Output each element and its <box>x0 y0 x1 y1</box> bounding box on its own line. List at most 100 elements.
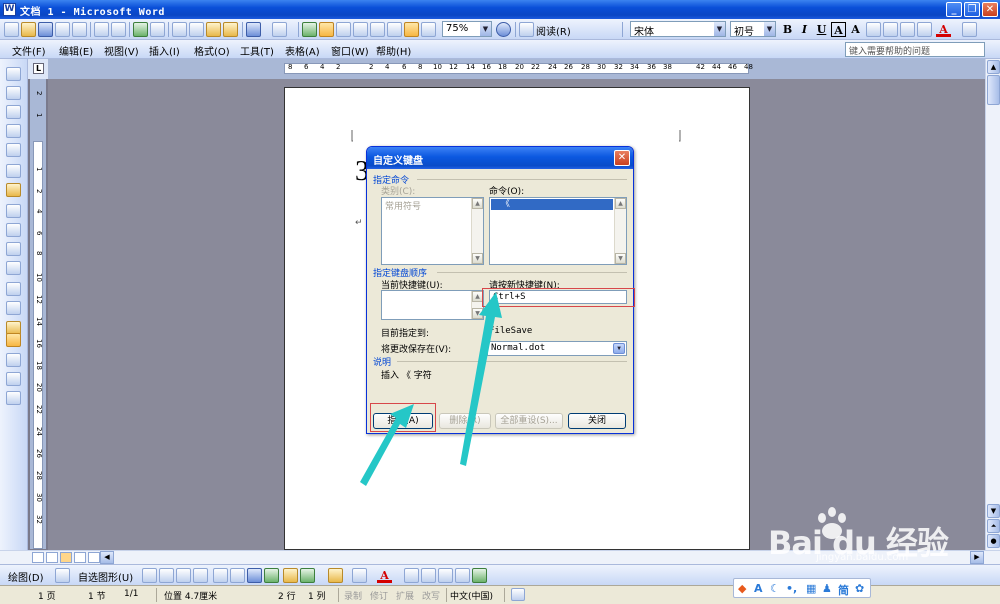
bullets-icon[interactable] <box>900 22 915 37</box>
draw-menu-button[interactable]: 绘图(D) <box>8 569 44 584</box>
read-mode-icon[interactable] <box>519 22 534 37</box>
email-icon[interactable] <box>72 22 87 37</box>
print-preview-icon[interactable] <box>111 22 126 37</box>
show-gridlines-icon[interactable] <box>6 333 21 347</box>
arrow-style-icon[interactable] <box>438 568 453 583</box>
insert-table-icon[interactable] <box>336 22 351 37</box>
zoom-combo[interactable]: 75% ▼ <box>442 21 492 37</box>
autosum-icon[interactable] <box>6 391 21 405</box>
tables-borders-icon[interactable] <box>319 22 334 37</box>
outline-view-icon[interactable] <box>74 552 86 563</box>
save-in-select[interactable]: Normal.dot ▼ <box>487 341 627 356</box>
numbering-icon[interactable] <box>883 22 898 37</box>
insert-table-icon[interactable] <box>6 204 21 218</box>
insert-excel-icon[interactable] <box>353 22 368 37</box>
prev-page-icon[interactable]: ⏶ <box>987 519 1000 533</box>
bold-button[interactable]: B <box>780 22 795 37</box>
horizontal-ruler[interactable]: 8 6 4 2 2 4 6 8 10 12 14 16 18 20 22 24 … <box>48 59 1000 79</box>
redo-icon[interactable] <box>272 22 287 37</box>
remove-button[interactable]: 删除(R) <box>439 413 491 429</box>
document-map-icon[interactable] <box>404 22 419 37</box>
font-color-button[interactable]: A <box>936 22 951 37</box>
columns-icon[interactable] <box>370 22 385 37</box>
underline-button[interactable]: U <box>814 22 829 37</box>
close-window-button[interactable]: ✕ <box>982 2 998 17</box>
status-ext[interactable]: 扩展 <box>396 589 414 602</box>
distribute-rows-icon[interactable] <box>6 282 21 296</box>
split-cells-icon[interactable] <box>6 242 21 256</box>
spelling-status-icon[interactable] <box>511 588 525 601</box>
vertical-text-box-icon[interactable] <box>230 568 245 583</box>
wordart-icon[interactable] <box>247 568 262 583</box>
align-cell-icon[interactable] <box>6 261 21 275</box>
current-keys-listbox[interactable]: ▲ ▼ <box>381 290 484 320</box>
draw-font-color-button[interactable]: A <box>377 568 392 583</box>
vertical-scrollbar[interactable]: ▲ ▼ ⏶ ● <box>985 59 1000 550</box>
category-scrollbar[interactable]: ▲ ▼ <box>471 198 483 264</box>
close-button[interactable]: 关闭 <box>568 413 626 429</box>
sort-descending-icon[interactable] <box>6 372 21 386</box>
font-name-combo[interactable]: 宋体 ▼ <box>630 21 726 37</box>
web-view-icon[interactable] <box>46 552 58 563</box>
outside-border-icon[interactable] <box>6 164 21 178</box>
drawing-icon[interactable] <box>387 22 402 37</box>
select-objects-icon[interactable] <box>55 568 70 583</box>
research-icon[interactable] <box>150 22 165 37</box>
help-search-input[interactable]: 键入需要帮助的问题 <box>845 42 985 57</box>
ime-settings-icon[interactable]: ✿ <box>855 582 864 595</box>
show-hide-icon[interactable] <box>421 22 436 37</box>
tab-selector[interactable]: L <box>33 63 44 74</box>
hyperlink-icon[interactable] <box>302 22 317 37</box>
paste-icon[interactable] <box>206 22 221 37</box>
rectangle-icon[interactable] <box>176 568 191 583</box>
ime-moon-icon[interactable]: ☾ <box>770 582 780 595</box>
menu-tools[interactable]: 工具(T) <box>240 43 274 58</box>
arrow-icon[interactable] <box>159 568 174 583</box>
print-icon[interactable] <box>94 22 109 37</box>
line-icon[interactable] <box>142 568 157 583</box>
fill-color-icon[interactable] <box>328 568 343 583</box>
menu-window[interactable]: 窗口(W) <box>331 43 369 58</box>
restore-button[interactable]: ❐ <box>964 2 980 17</box>
undo-icon[interactable] <box>246 22 261 37</box>
chevron-down-icon[interactable]: ▼ <box>764 22 775 36</box>
eraser-icon[interactable] <box>6 86 21 100</box>
shading-color-icon[interactable] <box>6 183 21 197</box>
permission-icon[interactable] <box>55 22 70 37</box>
text-box-icon[interactable] <box>213 568 228 583</box>
border-color-icon[interactable] <box>6 143 21 157</box>
ime-punctuation-icon[interactable]: •, <box>786 582 797 595</box>
phonetic-guide-icon[interactable] <box>962 22 977 37</box>
decrease-indent-icon[interactable] <box>917 22 932 37</box>
status-trk[interactable]: 修订 <box>370 589 388 602</box>
merge-cells-icon[interactable] <box>6 223 21 237</box>
distribute-columns-icon[interactable] <box>6 301 21 315</box>
scroll-up-icon[interactable]: ▲ <box>615 198 626 209</box>
menu-insert[interactable]: 插入(I) <box>149 43 180 58</box>
print-layout-view-icon[interactable] <box>60 552 72 563</box>
window-title-bar[interactable]: W 文档 1 - Microsoft Word _ ❐ ✕ <box>0 0 1000 19</box>
ime-english-icon[interactable]: A <box>754 582 763 595</box>
dash-style-icon[interactable] <box>421 568 436 583</box>
open-folder-icon[interactable] <box>21 22 36 37</box>
align-justify-icon[interactable] <box>866 22 881 37</box>
scroll-down-icon[interactable]: ▼ <box>472 253 483 264</box>
word-app-icon[interactable]: W <box>3 3 16 16</box>
list-item[interactable]: 《 <box>491 199 613 210</box>
help-icon[interactable] <box>496 22 511 37</box>
scroll-down-icon[interactable]: ▼ <box>472 308 483 319</box>
menu-view[interactable]: 视图(V) <box>104 43 139 58</box>
reading-view-icon[interactable] <box>88 552 100 563</box>
ime-keyboard-icon[interactable]: ▦ <box>806 582 816 595</box>
autoshapes-menu-button[interactable]: 自选图形(U) <box>78 569 133 584</box>
shadow-style-icon[interactable] <box>455 568 470 583</box>
spelling-icon[interactable] <box>133 22 148 37</box>
font-size-combo[interactable]: 初号 ▼ <box>730 21 776 37</box>
chevron-down-icon[interactable]: ▼ <box>480 22 491 36</box>
status-rec[interactable]: 录制 <box>344 589 362 602</box>
menu-table[interactable]: 表格(A) <box>285 43 320 58</box>
minimize-button[interactable]: _ <box>946 2 962 17</box>
command-scrollbar[interactable]: ▲ ▼ <box>614 198 626 264</box>
char-scale-button[interactable]: A <box>848 22 863 37</box>
chevron-down-icon[interactable]: ▼ <box>613 343 625 354</box>
